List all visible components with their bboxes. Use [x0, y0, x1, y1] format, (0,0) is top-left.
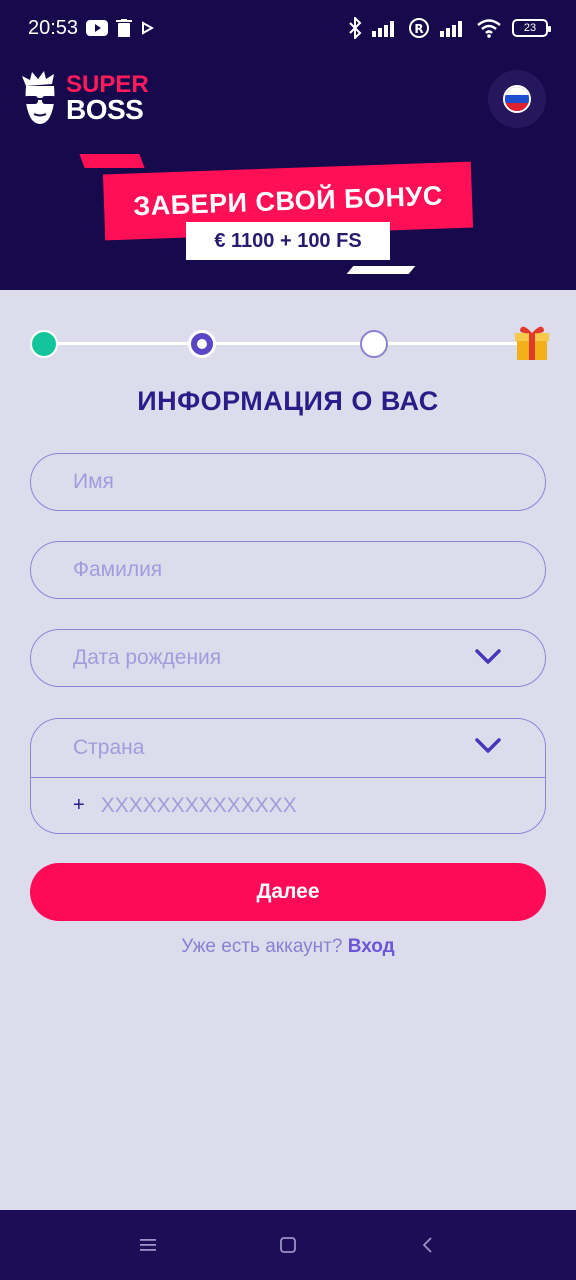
login-prompt: Уже есть аккаунт? Вход: [0, 936, 576, 958]
step-2-current: [188, 330, 216, 358]
country-select[interactable]: [31, 719, 545, 777]
back-nav-button[interactable]: [408, 1225, 448, 1265]
battery-icon: 23: [512, 19, 551, 37]
signal-icon: [372, 19, 398, 37]
back-icon: [422, 1237, 432, 1253]
chevron-down-icon: [475, 649, 501, 664]
banner-title: ЗАБЕРИ СВОЙ БОНУС: [132, 180, 444, 221]
last-name-input[interactable]: [73, 558, 503, 582]
first-name-field[interactable]: [30, 453, 546, 511]
birthdate-input[interactable]: [73, 646, 503, 670]
step-1-done: [30, 330, 58, 358]
logo[interactable]: SUPER BOSS: [18, 70, 149, 128]
menu-icon: [140, 1239, 156, 1251]
menu-nav-button[interactable]: [128, 1225, 168, 1265]
banner-subtitle: € 1100 + 100 FS: [186, 222, 390, 260]
phone-input[interactable]: [100, 793, 503, 818]
next-button[interactable]: Далее: [30, 863, 546, 921]
system-nav-bar: [0, 1210, 576, 1280]
chevron-down-icon: [475, 738, 501, 753]
login-link[interactable]: Вход: [348, 936, 395, 957]
svg-text:R: R: [414, 22, 423, 36]
stepper-line: [44, 342, 534, 345]
last-name-field[interactable]: [30, 541, 546, 599]
logo-boss: BOSS: [66, 94, 144, 126]
phone-prefix: +: [73, 794, 85, 816]
home-nav-button[interactable]: [268, 1225, 308, 1265]
play-icon: [140, 21, 155, 35]
header: SUPER BOSS ЗАБЕРИ СВОЙ БОНУС € 1100 + 10…: [0, 56, 576, 290]
first-name-input[interactable]: [73, 470, 503, 494]
bonus-banner[interactable]: ЗАБЕРИ СВОЙ БОНУС € 1100 + 100 FS: [79, 152, 480, 282]
registered-icon: R: [408, 17, 430, 39]
gift-icon: [515, 326, 549, 360]
language-button[interactable]: [488, 70, 546, 128]
clock: 20:53: [28, 16, 79, 39]
birthdate-field[interactable]: [30, 629, 546, 687]
phone-field[interactable]: +: [31, 777, 545, 833]
country-phone-group: +: [30, 718, 546, 834]
progress-stepper: [30, 326, 550, 366]
banner-accent: [346, 266, 416, 274]
has-account-text: Уже есть аккаунт?: [181, 936, 343, 957]
form-title: ИНФОРМАЦИЯ О ВАС: [137, 386, 439, 416]
banner-accent: [79, 154, 145, 168]
bluetooth-icon: [348, 17, 362, 39]
registration-form: ИНФОРМАЦИЯ О ВАС + Далее Уже есть аккаун…: [0, 290, 576, 1210]
step-3-pending: [360, 330, 388, 358]
status-bar: 20:53 R 23: [0, 0, 576, 56]
wifi-icon: [476, 18, 502, 38]
trash-icon: [116, 19, 133, 37]
russia-flag-icon: [503, 85, 531, 113]
battery-level: 23: [523, 22, 537, 34]
signal-icon: [440, 19, 466, 37]
country-input[interactable]: [73, 736, 503, 760]
home-icon: [280, 1237, 296, 1253]
youtube-icon: [86, 20, 109, 36]
boss-face-icon: [22, 71, 56, 124]
